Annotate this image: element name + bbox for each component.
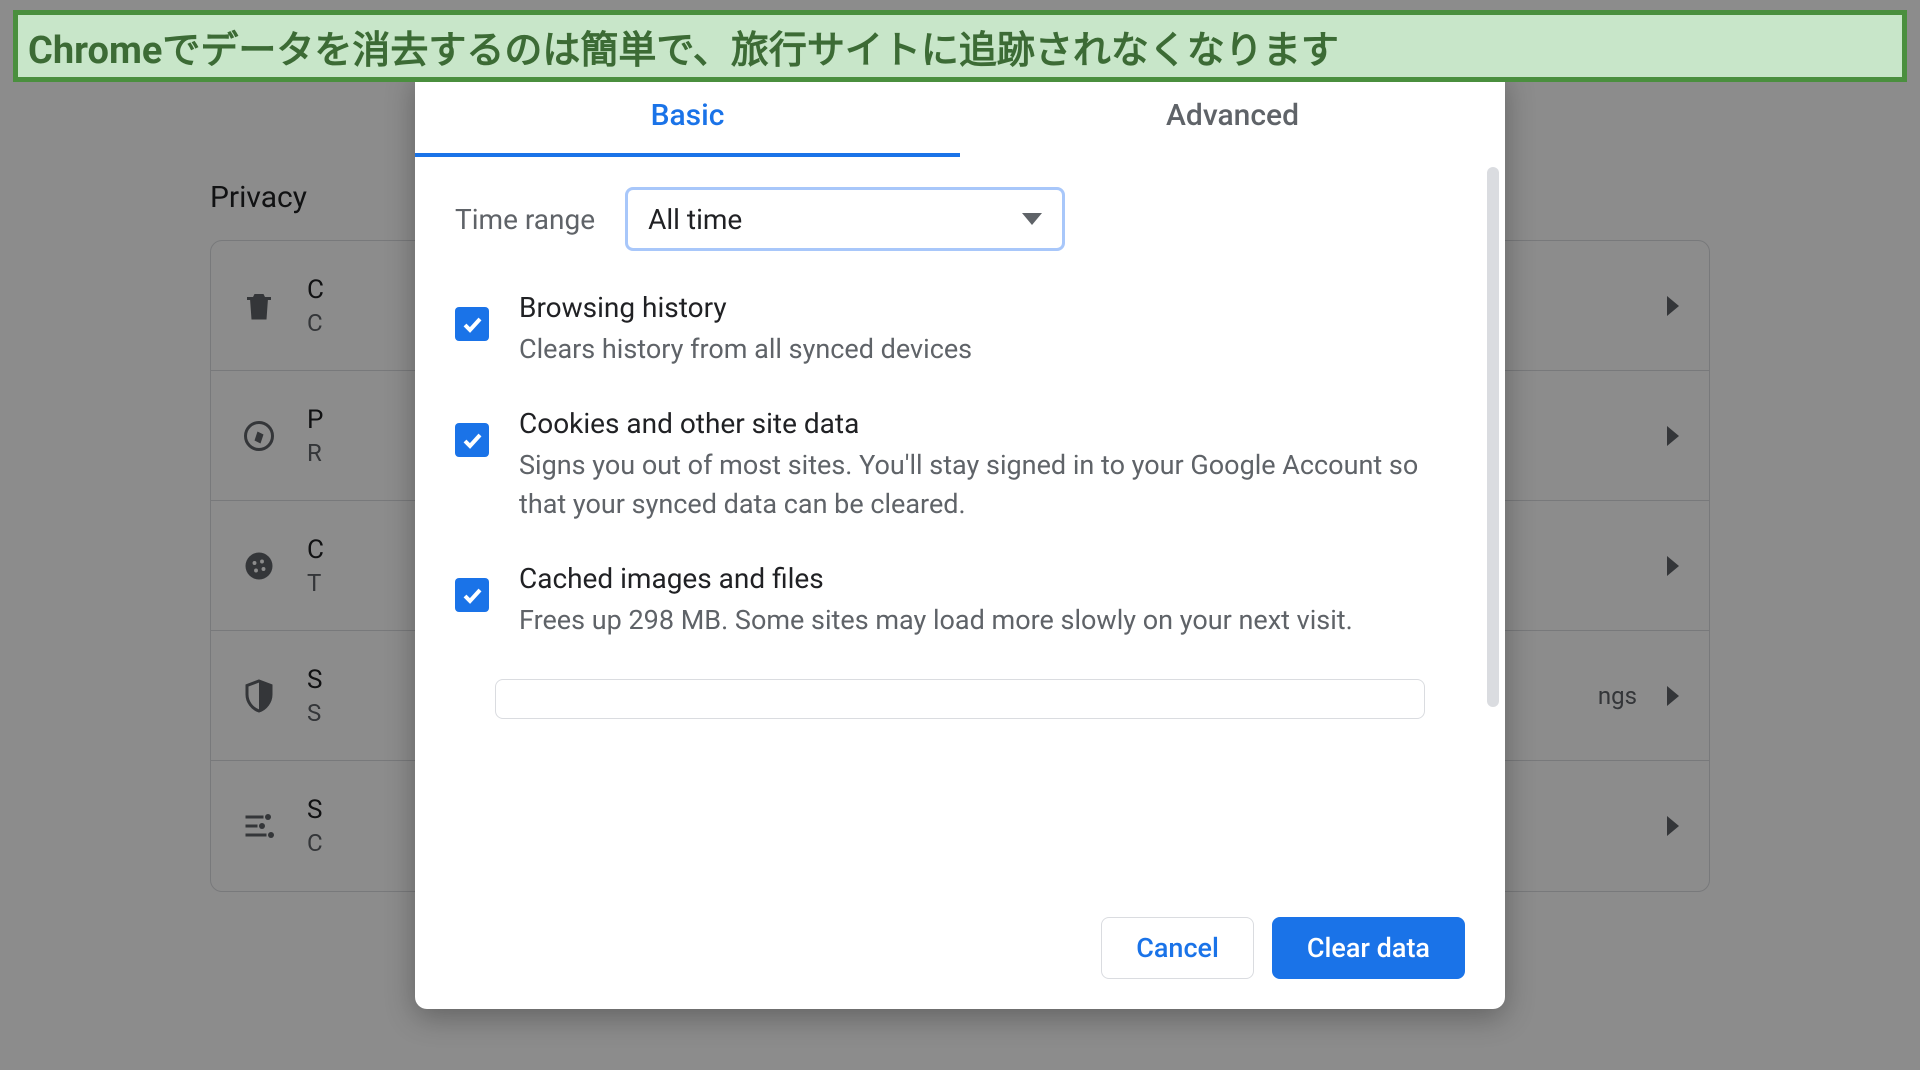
scrollbar[interactable]	[1487, 167, 1499, 707]
annotation-text: Chromeでデータを消去するのは簡単で、旅行サイトに追跡されなくなります	[28, 19, 1339, 74]
time-range-row: Time range All time	[455, 187, 1465, 251]
clear-browsing-data-dialog: Basic Advanced Time range All time Brows…	[415, 70, 1505, 1009]
option-title: Cached images and files	[519, 562, 1465, 595]
option-description: Frees up 298 MB. Some sites may load mor…	[519, 601, 1465, 640]
checkbox-cookies[interactable]	[455, 423, 489, 457]
annotation-banner: Chromeでデータを消去するのは簡単で、旅行サイトに追跡されなくなります	[13, 10, 1907, 82]
time-range-value: All time	[648, 203, 742, 236]
time-range-label: Time range	[455, 203, 595, 236]
option-title: Browsing history	[519, 291, 1465, 324]
option-description: Signs you out of most sites. You'll stay…	[519, 446, 1465, 524]
checkbox-browsing-history[interactable]	[455, 307, 489, 341]
dialog-footer: Cancel Clear data	[415, 897, 1505, 1009]
option-browsing-history: Browsing history Clears history from all…	[455, 291, 1465, 369]
time-range-select[interactable]: All time	[625, 187, 1065, 251]
check-icon	[460, 312, 484, 336]
info-box-partial	[495, 679, 1425, 719]
checkbox-cached[interactable]	[455, 578, 489, 612]
check-icon	[460, 583, 484, 607]
tab-basic[interactable]: Basic	[415, 70, 960, 157]
check-icon	[460, 428, 484, 452]
tab-advanced[interactable]: Advanced	[960, 70, 1505, 157]
dialog-tabs: Basic Advanced	[415, 70, 1505, 157]
cancel-button[interactable]: Cancel	[1101, 917, 1254, 979]
option-description: Clears history from all synced devices	[519, 330, 1465, 369]
option-cookies: Cookies and other site data Signs you ou…	[455, 407, 1465, 524]
clear-data-button[interactable]: Clear data	[1272, 917, 1465, 979]
option-cached: Cached images and files Frees up 298 MB.…	[455, 562, 1465, 640]
caret-down-icon	[1022, 213, 1042, 225]
dialog-body: Time range All time Browsing history Cle…	[415, 157, 1505, 897]
option-title: Cookies and other site data	[519, 407, 1465, 440]
